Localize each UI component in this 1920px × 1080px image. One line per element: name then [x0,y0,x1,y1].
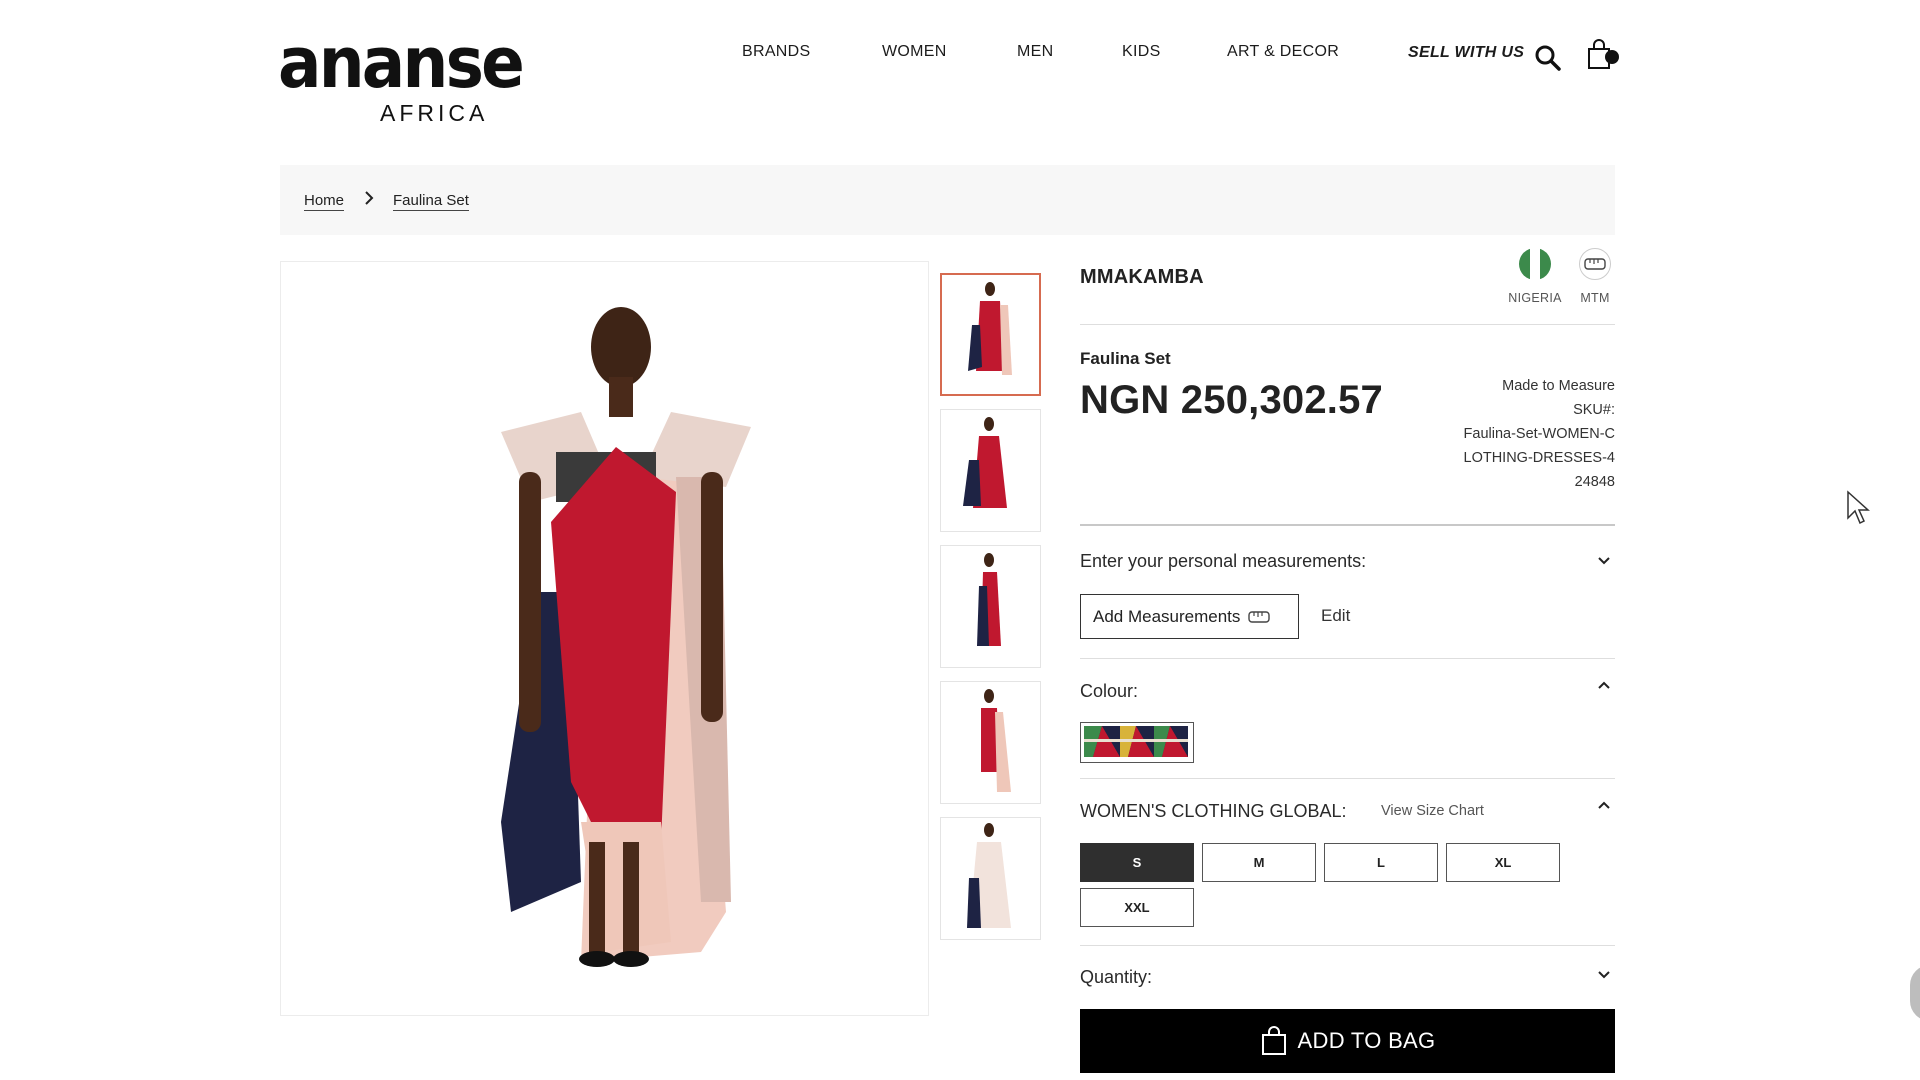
origin-badge: NIGERIA [1505,248,1565,305]
divider [1080,524,1615,526]
chevron-up-icon[interactable] [1596,797,1612,813]
add-measurements-label: Add Measurements [1093,606,1241,626]
divider [1080,324,1615,325]
nav-art-decor[interactable]: ART & DECOR [1227,43,1339,61]
shopping-bag-icon[interactable] [1585,38,1619,72]
product-name: Faulina Set [1080,349,1171,368]
divider [1080,658,1615,659]
measuring-tape-icon [1584,258,1606,270]
size-option-m[interactable]: M [1202,843,1316,882]
size-option-xl[interactable]: XL [1446,843,1560,882]
brand-name[interactable]: MMAKAMBA [1080,266,1204,289]
main-product-image[interactable] [280,261,929,1016]
nav-women[interactable]: WOMEN [882,43,947,61]
breadcrumb-current[interactable]: Faulina Set [393,192,469,211]
size-option-xxl[interactable]: XXL [1080,888,1194,927]
model-photo [501,307,751,967]
nav-sell-with-us[interactable]: SELL WITH US [1408,44,1524,62]
sku-value-line2: LOTHING-DRESSES-4 [1463,450,1615,466]
thumbnail-2[interactable] [940,409,1041,532]
swatch-pattern [1084,726,1188,757]
nav-kids[interactable]: KIDS [1122,43,1161,61]
size-system-label[interactable]: WOMEN'S CLOTHING GLOBAL: [1080,801,1346,822]
sku-label: SKU#: [1573,402,1615,418]
cart-count-dot [1605,50,1619,64]
divider [1080,945,1615,946]
sku-value-line1: Faulina-Set-WOMEN-C [1463,426,1615,442]
shopping-bag-icon [1261,1026,1286,1055]
nav-brands[interactable]: BRANDS [742,43,810,61]
size-option-s[interactable]: S [1080,843,1194,882]
measurements-label[interactable]: Enter your personal measurements: [1080,551,1366,572]
chevron-right-icon [365,191,374,205]
logo-wordmark: ananse [278,22,525,104]
nav-men[interactable]: MEN [1017,43,1053,61]
site-logo[interactable]: ananse AFRICA [278,22,525,128]
origin-label: NIGERIA [1508,291,1562,305]
breadcrumb: Home Faulina Set [280,165,1615,235]
divider [1080,778,1615,779]
colour-swatch[interactable] [1080,722,1194,763]
nigeria-flag-icon [1519,248,1551,280]
thumbnail-4[interactable] [940,681,1041,804]
colour-label[interactable]: Colour: [1080,681,1138,702]
product-meta: Made to Measure SKU#: Faulina-Set-WOMEN-… [1415,374,1615,494]
edit-measurements-link[interactable]: Edit [1321,606,1350,626]
mtm-label: MTM [1580,291,1610,305]
mtm-badge: MTM [1570,248,1620,305]
size-option-l[interactable]: L [1324,843,1438,882]
thumbnail-1[interactable] [940,273,1041,396]
product-price: NGN 250,302.57 [1080,378,1383,422]
breadcrumb-home[interactable]: Home [304,192,345,211]
logo-subtitle: AFRICA [380,100,489,126]
chevron-down-icon[interactable] [1596,553,1612,569]
measuring-tape-icon [1248,610,1271,623]
add-measurements-button[interactable]: Add Measurements [1080,594,1299,639]
sku-value-line3: 24848 [1574,474,1615,490]
add-to-bag-label: ADD TO BAG [1297,1028,1436,1053]
made-to-measure-label: Made to Measure [1502,378,1615,394]
view-size-chart-link[interactable]: View Size Chart [1381,803,1484,819]
chat-widget-button[interactable] [1910,965,1920,1021]
search-icon[interactable] [1534,44,1562,72]
thumbnail-5[interactable] [940,817,1041,940]
add-to-bag-button[interactable]: ADD TO BAG [1080,1009,1615,1073]
quantity-label[interactable]: Quantity: [1080,967,1152,988]
mouse-pointer-icon [1847,490,1870,525]
chevron-up-icon[interactable] [1596,677,1612,693]
chevron-down-icon[interactable] [1596,967,1612,983]
thumbnail-3[interactable] [940,545,1041,668]
